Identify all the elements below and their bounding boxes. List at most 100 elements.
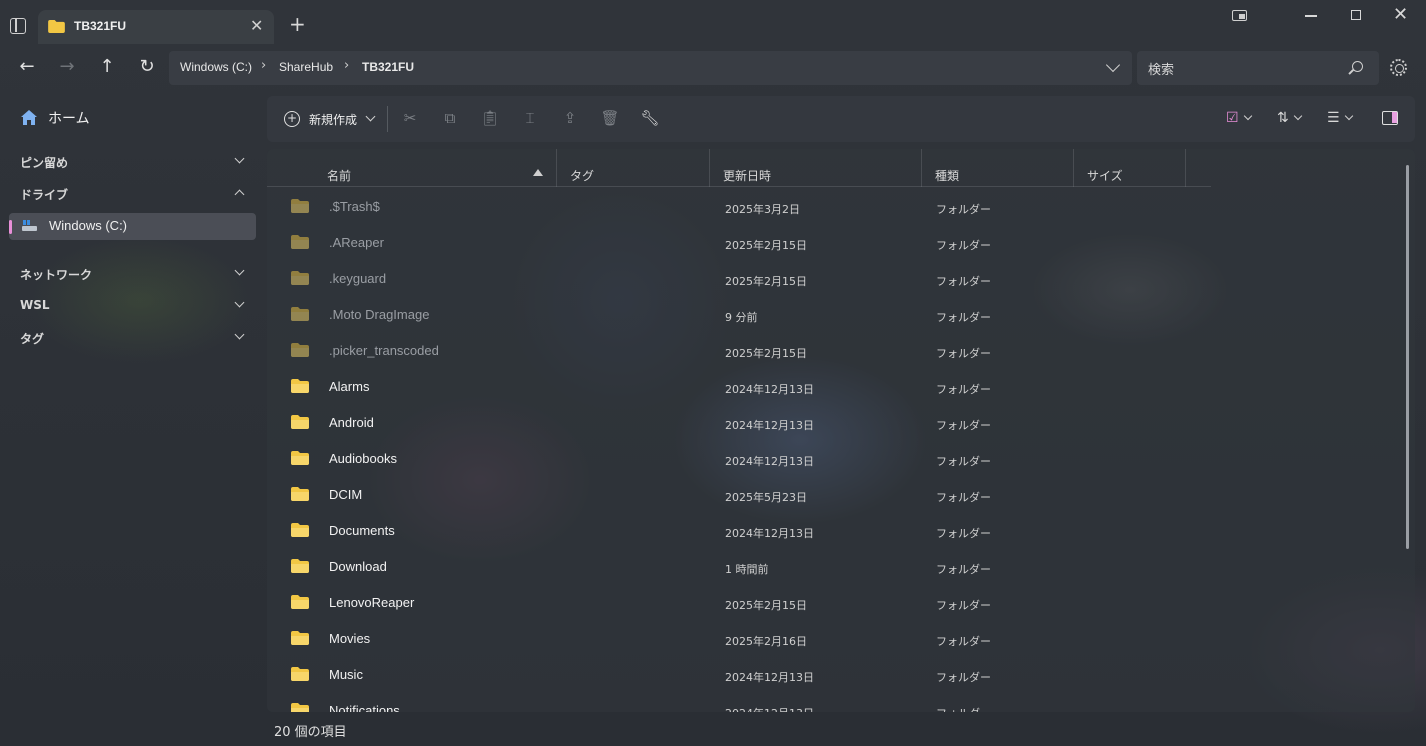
view-layout-icon[interactable]: ☰ [1327,108,1353,128]
sidebar-section-wsl[interactable]: WSL [20,298,50,312]
column-header-type[interactable]: 種類 [935,167,959,184]
sort-icon[interactable]: ⇅ [1277,108,1302,128]
list-item[interactable]: .$Trash$ 2025年3月2日 フォルダー [267,189,1211,225]
folder-icon [291,631,309,645]
list-item[interactable]: Download 1 時間前 フォルダー [267,549,1211,585]
item-name: Movies [329,631,371,646]
close-window-icon[interactable]: ✕ [1393,4,1408,25]
folder-icon [291,667,309,681]
list-item[interactable]: Music 2024年12月13日 フォルダー [267,657,1211,693]
back-arrow-icon[interactable]: ← [17,57,37,77]
close-tab-icon[interactable]: ✕ [250,16,263,35]
sidebar-item-home[interactable]: ホーム [48,108,90,128]
new-button[interactable]: + 新規作成 [277,104,381,134]
column-header-tag[interactable]: タグ [570,167,594,184]
tab-list-icon[interactable] [10,18,26,34]
list-item[interactable]: .Moto DragImage 9 分前 フォルダー [267,297,1211,333]
list-item[interactable]: Alarms 2024年12月13日 フォルダー [267,369,1211,405]
item-type: フォルダー [936,455,991,468]
breadcrumb-current[interactable]: TB321FU [362,60,414,74]
item-modified: 2024年12月13日 [725,671,814,684]
list-item[interactable]: Notifications 2024年12月13日 フォルダー [267,693,1211,712]
share-icon[interactable]: ⇪ [560,108,580,128]
list-item[interactable]: Documents 2024年12月13日 フォルダー [267,513,1211,549]
item-type: フォルダー [936,419,991,432]
plus-icon: + [284,111,300,127]
address-bar[interactable]: Windows (C:) › ShareHub › TB321FU [169,51,1132,85]
command-toolbar: + 新規作成 ✂ ⧉ 📋︎ ⌶ ⇪ 🗑︎ 🔧︎ ☑ ⇅ ☰ [267,96,1415,142]
cut-icon[interactable]: ✂ [400,108,420,128]
up-arrow-icon[interactable]: ↑ [97,57,117,77]
item-type: フォルダー [936,635,991,648]
list-item[interactable]: DCIM 2025年5月23日 フォルダー [267,477,1211,513]
folder-icon [291,271,309,285]
list-item[interactable]: .AReaper 2025年2月15日 フォルダー [267,225,1211,261]
home-icon [21,110,37,125]
rename-icon[interactable]: ⌶ [520,108,540,128]
sidebar-section-pinned[interactable]: ピン留め [20,154,68,171]
tab-tb321fu[interactable]: TB321FU ✕ [38,10,274,44]
file-list: 名前 タグ 更新日時 種類 サイズ .$Trash$ 2025年3月2日 フォルダー… [267,149,1415,712]
list-item[interactable]: Movies 2025年2月16日 フォルダー [267,621,1211,657]
folder-icon [291,523,309,537]
new-tab-button[interactable]: + [289,14,306,34]
folder-icon [291,235,309,249]
forward-arrow-icon[interactable]: → [57,57,77,77]
item-modified: 2024年12月13日 [725,383,814,396]
vertical-scrollbar[interactable] [1406,165,1409,549]
column-header-size[interactable]: サイズ [1087,167,1123,184]
snap-layout-icon[interactable] [1232,10,1247,21]
item-modified: 2024年12月13日 [725,419,814,432]
item-type: フォルダー [936,347,991,360]
column-divider[interactable] [1185,149,1186,187]
item-modified: 2025年2月16日 [725,635,807,648]
sidebar-section-tags[interactable]: タグ [20,330,44,347]
item-modified: 2024年12月13日 [725,527,814,540]
item-name: Documents [329,523,395,538]
list-item[interactable]: .keyguard 2025年2月15日 フォルダー [267,261,1211,297]
column-header-name[interactable]: 名前 [327,167,351,184]
breadcrumb-sharehub[interactable]: ShareHub [279,60,333,74]
breadcrumb-drive[interactable]: Windows (C:) [180,60,252,74]
column-header-modified[interactable]: 更新日時 [723,167,771,184]
item-name: .picker_transcoded [329,343,439,358]
item-name: Android [329,415,374,430]
drive-icon [22,220,37,231]
paste-icon[interactable]: 📋︎ [480,108,500,128]
copy-icon[interactable]: ⧉ [440,108,460,128]
delete-icon[interactable]: 🗑︎ [600,108,620,128]
column-divider[interactable] [709,149,710,187]
column-divider[interactable] [921,149,922,187]
list-item[interactable]: LenovoReaper 2025年2月15日 フォルダー [267,585,1211,621]
address-history-chevron-icon[interactable] [1105,57,1121,73]
gear-icon[interactable] [1390,59,1407,76]
sidebar-section-drives[interactable]: ドライブ [20,186,68,203]
refresh-icon[interactable]: ↻ [137,57,157,77]
filter-icon[interactable]: ☑ [1226,108,1252,128]
properties-wrench-icon[interactable]: 🔧︎ [640,108,660,128]
sidebar-section-network[interactable]: ネットワーク [20,266,92,283]
details-pane-icon[interactable] [1382,111,1398,125]
list-item[interactable]: Audiobooks 2024年12月13日 フォルダー [267,441,1211,477]
folder-icon [291,487,309,501]
list-item[interactable]: Android 2024年12月13日 フォルダー [267,405,1211,441]
search-input[interactable]: 検索 [1137,51,1379,85]
search-icon[interactable] [1352,61,1363,72]
item-modified: 2024年12月13日 [725,705,814,712]
list-item[interactable]: .picker_transcoded 2025年2月15日 フォルダー [267,333,1211,369]
breadcrumb-chevron-icon[interactable]: › [261,58,266,73]
title-bar: TB321FU ✕ + ✕ [0,0,1426,50]
column-divider[interactable] [556,149,557,187]
toolbar-divider [387,106,388,132]
sidebar-item-windows-c[interactable]: Windows (C:) [9,213,256,240]
maximize-icon[interactable] [1351,10,1361,20]
item-type: フォルダー [936,671,991,684]
minimize-icon[interactable] [1305,15,1317,17]
column-divider[interactable] [1073,149,1074,187]
item-type: フォルダー [936,311,991,324]
item-modified: 2025年2月15日 [725,239,807,252]
folder-icon [291,595,309,609]
breadcrumb-chevron-icon[interactable]: › [344,58,349,73]
search-placeholder: 検索 [1148,63,1175,78]
item-modified: 2025年5月23日 [725,491,807,504]
